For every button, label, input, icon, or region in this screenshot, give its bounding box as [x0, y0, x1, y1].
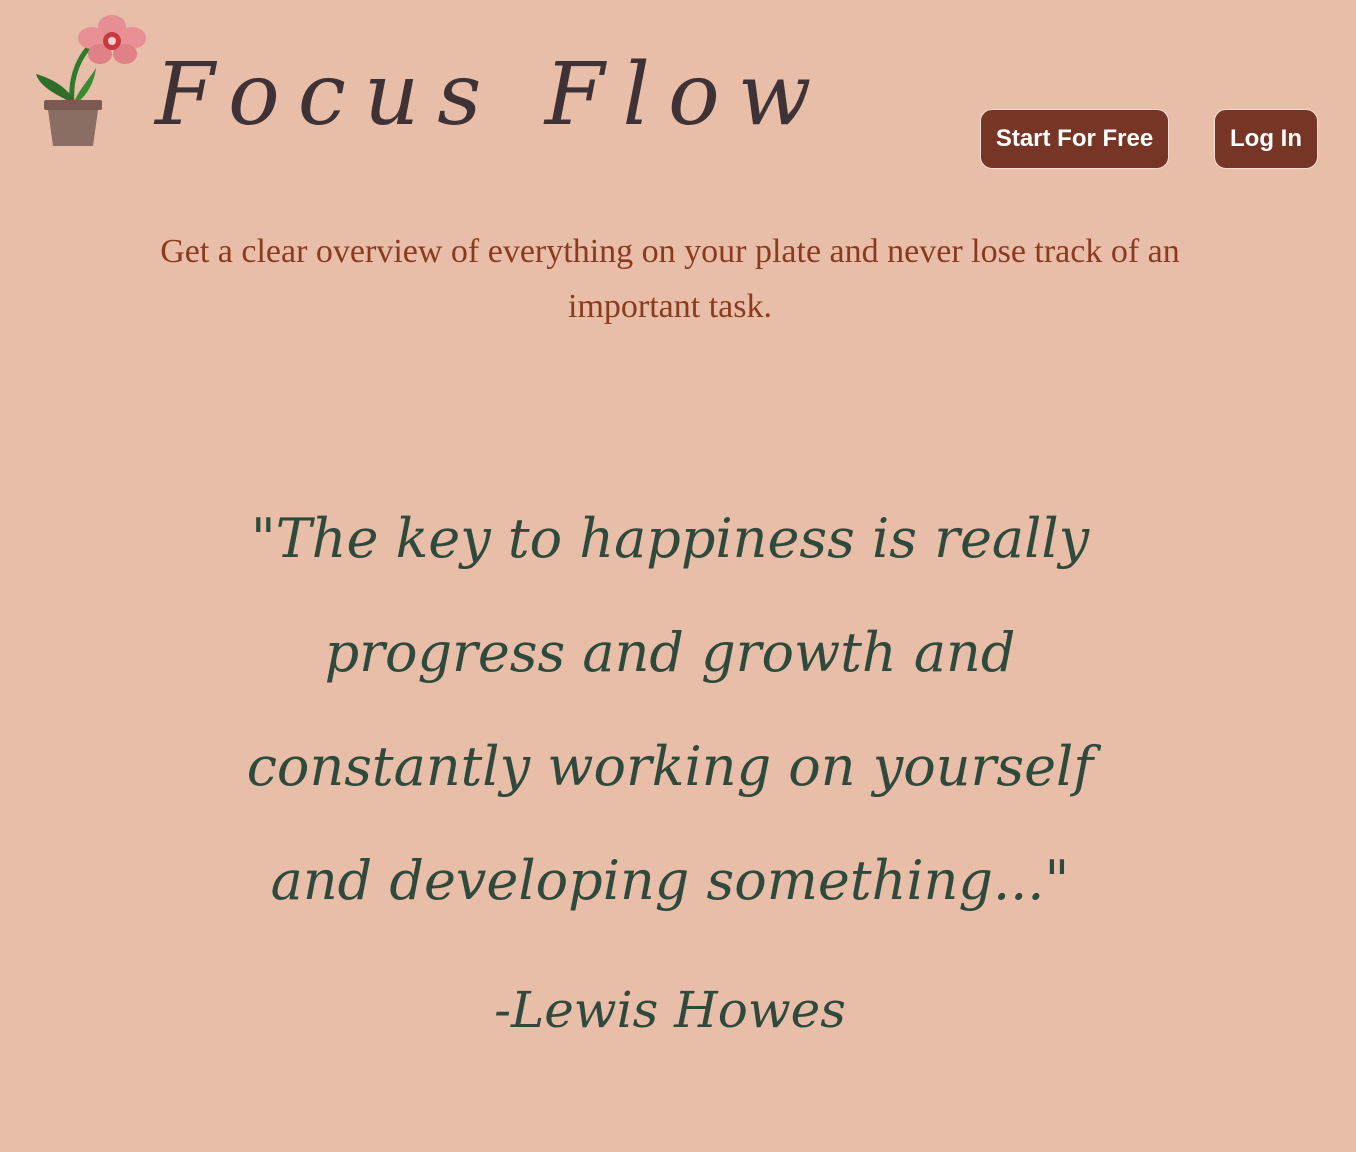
orchid-plant-icon[interactable]: [30, 8, 150, 153]
quote-author: -Lewis Howes: [494, 981, 846, 1039]
site-header: Focus Flow Start For Free Log In: [0, 0, 1356, 190]
start-for-free-button[interactable]: Start For Free: [980, 109, 1169, 169]
log-in-button[interactable]: Log In: [1214, 109, 1318, 169]
tagline: Get a clear overview of everything on yo…: [160, 233, 1180, 325]
brand-title: Focus Flow: [155, 45, 830, 145]
quote-text: "The key to happiness is really progress…: [246, 507, 1094, 912]
